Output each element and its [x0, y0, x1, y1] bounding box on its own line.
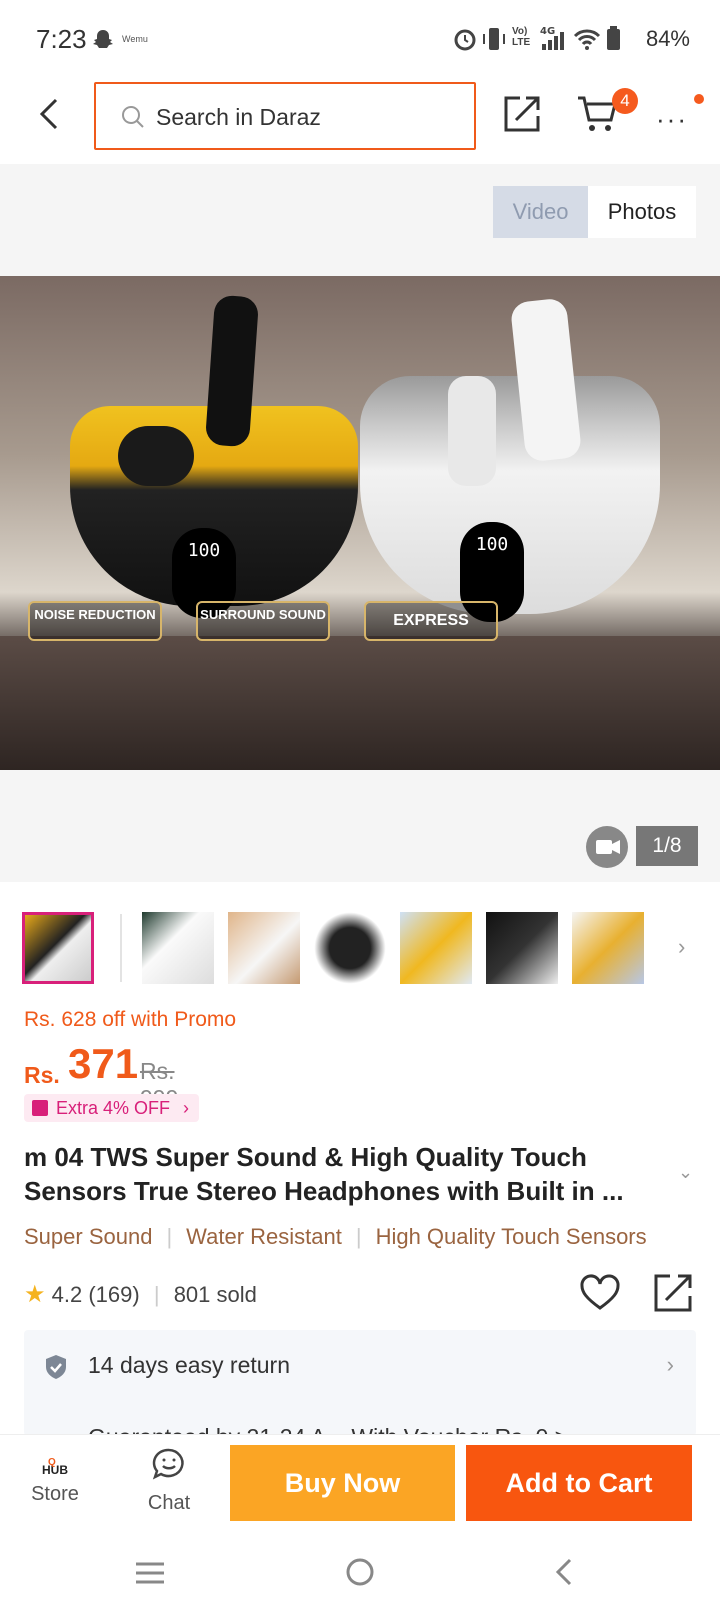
search-icon [122, 106, 144, 128]
tag-separator: | [166, 1224, 173, 1249]
back-icon[interactable] [30, 94, 70, 134]
rating-row[interactable]: ★ 4.2 (169) | 801 sold [24, 1280, 257, 1309]
expand-title-icon[interactable]: ⌄ [678, 1162, 693, 1183]
rating-divider: | [153, 1282, 160, 1307]
current-price: 371 [68, 1040, 139, 1087]
search-input[interactable]: Search in Daraz [94, 82, 476, 150]
product-tags: Super Sound | Water Resistant | High Quality… [24, 1224, 647, 1250]
back-nav-icon[interactable] [552, 1556, 576, 1588]
thumbnails-next-icon[interactable]: › [678, 934, 685, 960]
chevron-right-icon: › [183, 1098, 190, 1118]
buy-now-button[interactable]: Buy Now [230, 1445, 455, 1521]
thumbnail-4[interactable] [314, 912, 386, 984]
system-navigation-bar [0, 1540, 720, 1608]
signal-icon: 4G [540, 26, 564, 50]
thumbnail-2[interactable] [142, 912, 214, 984]
thumbnail-7[interactable] [572, 912, 644, 984]
chevron-right-icon: › [666, 1352, 674, 1377]
wifi-icon [573, 29, 601, 50]
thumbnail-divider [120, 914, 122, 982]
voucher-icon [32, 1100, 48, 1116]
sold-count: 801 sold [173, 1282, 257, 1307]
badge-noise-reduction: NOISE REDUCTION [28, 601, 162, 641]
badge-express: EXPRESS [364, 601, 498, 641]
chat-label: Chat [147, 1492, 191, 1514]
share-product-icon[interactable] [652, 1272, 694, 1314]
status-bar: 7:23 Wemu Vo) LTE 4G 84% [0, 0, 720, 80]
tab-video[interactable]: Video [493, 186, 588, 238]
extra-offer-tag[interactable]: Extra 4% OFF › [24, 1094, 200, 1122]
store-label: Store [31, 1483, 79, 1505]
cart-count-badge: 4 [612, 88, 638, 114]
notification-dot [694, 94, 704, 104]
volte-indicator: Vo) LTE [512, 26, 531, 48]
product-hero-image[interactable]: 100 100 [0, 276, 720, 770]
extra-offer-label: Extra 4% OFF [56, 1098, 171, 1118]
top-bar: Search in Daraz 4 ··· [0, 80, 720, 164]
bottom-action-bar: Q HUB Store Chat Buy Now Add to Cart [0, 1434, 720, 1538]
white-earbud-2 [448, 376, 496, 486]
thumbnail-strip: › [0, 904, 720, 984]
tag-water-resistant: Water Resistant [186, 1224, 342, 1249]
thumbnail-1[interactable] [22, 912, 94, 984]
currency-label: Rs. [24, 1062, 60, 1088]
thumbnail-5[interactable] [400, 912, 472, 984]
home-icon[interactable] [344, 1556, 376, 1588]
alarm-icon [454, 29, 476, 51]
thumbnail-3[interactable] [228, 912, 300, 984]
share-icon[interactable] [502, 94, 542, 134]
battery-icon [607, 26, 620, 50]
recent-apps-icon[interactable] [134, 1558, 166, 1588]
image-counter: 1/8 [636, 826, 698, 866]
more-options-icon[interactable]: ··· [656, 104, 688, 135]
badge-surround-sound: SURROUND SOUND [196, 601, 330, 641]
chat-icon [152, 1448, 184, 1480]
table-surface [0, 636, 720, 770]
tag-super-sound: Super Sound [24, 1224, 153, 1249]
thumbnail-6[interactable] [486, 912, 558, 984]
app-notification-icon: Wemu [122, 34, 148, 44]
star-icon: ★ [24, 1281, 46, 1308]
product-page: 7:23 Wemu Vo) LTE 4G 84% Search in Daraz… [0, 0, 720, 1608]
store-logo-icon: Q [48, 1457, 56, 1468]
service-info-card[interactable]: 14 days easy return › Guaranteed by 21-2… [24, 1330, 696, 1436]
store-button[interactable]: Q HUB Store [22, 1443, 88, 1506]
search-placeholder: Search in Daraz [156, 104, 321, 130]
video-play-icon[interactable] [586, 826, 628, 868]
svg-text:4G: 4G [540, 26, 555, 37]
battery-percent: 84% [645, 26, 690, 51]
add-to-cart-button[interactable]: Add to Cart [466, 1445, 692, 1521]
wishlist-heart-icon[interactable] [580, 1274, 620, 1312]
video-camera-icon [596, 840, 620, 854]
rating-value: 4.2 [51, 1282, 83, 1307]
shield-check-icon [46, 1355, 66, 1379]
product-title[interactable]: m 04 TWS Super Sound & High Quality Touc… [24, 1140, 664, 1208]
review-count: (169) [88, 1282, 140, 1307]
vibrate-icon [483, 28, 505, 50]
media-gallery: Video Photos 100 100 NOISE REDUCTION SUR… [0, 164, 720, 882]
chat-button[interactable]: Chat [134, 1443, 204, 1515]
tag-separator: | [355, 1224, 362, 1249]
status-time: 7:23 [36, 24, 87, 54]
promo-text: Rs. 628 off with Promo [24, 1008, 237, 1031]
snapchat-icon [93, 30, 113, 48]
tag-touch-sensors: High Quality Touch Sensors [375, 1224, 647, 1249]
media-toggle: Video Photos [493, 186, 696, 238]
easy-return-text: 14 days easy return [88, 1352, 291, 1378]
tab-photos[interactable]: Photos [588, 186, 696, 238]
black-earbud-2 [118, 426, 194, 486]
